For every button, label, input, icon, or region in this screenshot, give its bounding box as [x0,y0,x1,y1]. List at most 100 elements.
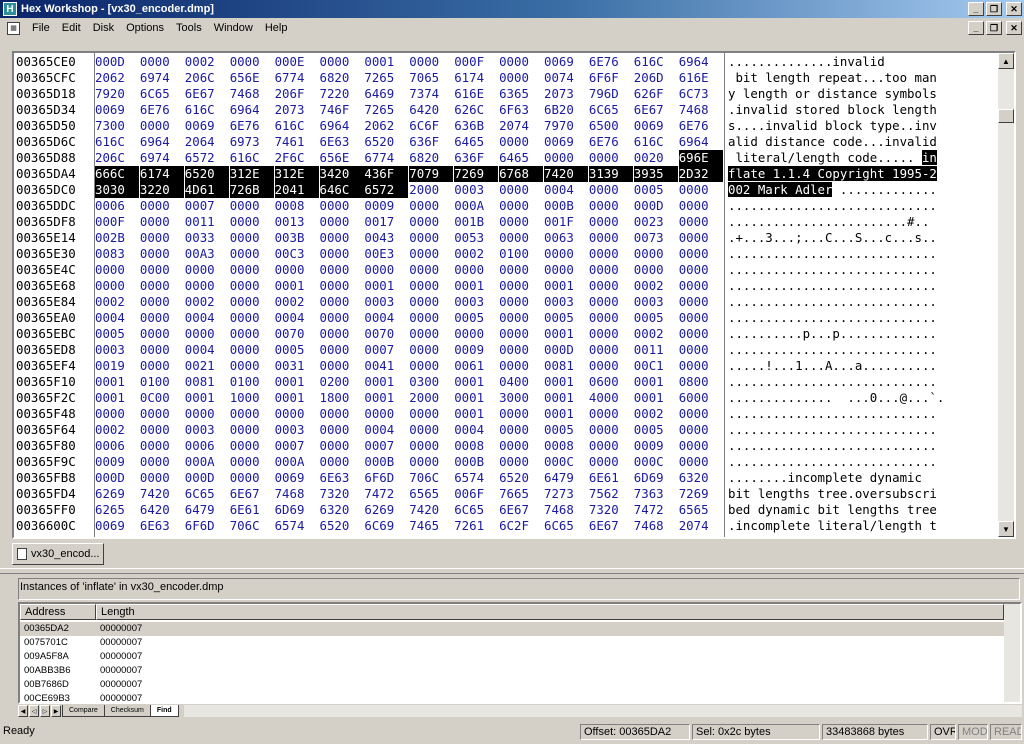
column-length[interactable]: Length [96,604,1004,620]
hex-word[interactable]: 6520 [499,470,541,486]
hex-word[interactable]: 0000 [320,326,362,342]
hex-word[interactable]: 0001 [544,374,586,390]
hex-word[interactable]: 0000 [499,438,541,454]
tabs-scrollbar[interactable] [183,705,1022,717]
hex-word[interactable]: 000D [95,470,137,486]
hex-word[interactable]: 0000 [140,198,182,214]
hex-word[interactable]: 2074 [679,518,721,534]
menu-options[interactable]: Options [120,22,170,34]
hex-word[interactable]: 0000 [409,358,451,374]
hex-word[interactable]: 0000 [140,326,182,342]
hex-word[interactable]: 00C1 [634,358,676,374]
hex-word[interactable]: 0000 [634,246,676,262]
hex-word[interactable]: 0000 [499,70,541,86]
hex-word[interactable]: 0003 [454,294,496,310]
hex-word[interactable]: 0021 [185,358,227,374]
hex-word[interactable]: 0000 [454,326,496,342]
hex-word[interactable]: 0000 [320,454,362,470]
hex-word[interactable]: 003B [275,230,317,246]
hex-word[interactable]: 6D69 [634,470,676,486]
hex-word[interactable]: 626C [454,102,496,118]
hex-word[interactable]: 0001 [454,278,496,294]
hex-word[interactable]: 0400 [499,374,541,390]
hex-grid[interactable]: 00365CE0 000D 0000 0002 0000 000E 0000 0001 0000… [14,53,998,537]
hex-word[interactable]: 0000 [140,406,182,422]
hex-row[interactable]: 00365DF8 000F 0000 0011 0000 0013 0000 0017 0000… [14,214,998,230]
hex-word[interactable]: 0009 [634,438,676,454]
hex-word[interactable]: 0043 [364,230,406,246]
hex-word[interactable]: 0069 [95,518,137,534]
ascii-text[interactable]: ............................ [728,406,998,422]
hex-word[interactable]: 6420 [409,102,451,118]
hex-word[interactable]: 6E76 [140,102,182,118]
hex-word[interactable]: 6000 [679,390,721,406]
hex-word[interactable]: 00C3 [275,246,317,262]
hex-word[interactable]: 2041 [274,182,319,198]
hex-word[interactable]: 0000 [230,246,272,262]
hex-word[interactable]: 7269 [679,486,721,502]
hex-word[interactable]: 000B [454,454,496,470]
hex-word[interactable]: 6269 [95,486,137,502]
hex-word[interactable]: 0000 [679,358,721,374]
hex-word[interactable]: 0000 [499,54,541,70]
hex-word[interactable]: 7265 [364,102,406,118]
hex-word[interactable]: 206F [275,86,317,102]
hex-word[interactable]: 706C [409,470,451,486]
minimize-button[interactable]: _ [968,2,984,16]
hex-word[interactable]: 7468 [230,86,272,102]
hex-word[interactable]: 00E3 [364,246,406,262]
hex-word[interactable]: 0003 [95,342,137,358]
hex-word[interactable]: 7472 [364,486,406,502]
hex-word[interactable]: 7265 [364,70,406,86]
hex-row[interactable]: 00365D18 7920 6C65 6E67 7468 206F 7220 6469 7374… [14,86,998,102]
hex-word[interactable]: 0000 [499,182,541,198]
ascii-text[interactable]: ............................ [728,262,998,278]
hex-word[interactable]: 6520 [320,518,362,534]
hex-word[interactable]: 6B20 [544,102,586,118]
hex-word[interactable]: 0000 [499,422,541,438]
hex-word[interactable]: 0000 [409,198,451,214]
hex-word[interactable]: 0000 [275,262,317,278]
hex-word[interactable]: 616C [185,102,227,118]
hex-word[interactable]: 0000 [140,310,182,326]
scroll-up-icon[interactable]: ▲ [998,53,1014,69]
ascii-text[interactable]: ............................ [728,294,998,310]
hex-word[interactable]: 6774 [364,150,406,166]
hex-word[interactable]: 6973 [230,134,272,150]
hex-word[interactable]: 0000 [499,230,541,246]
hex-word[interactable]: 006F [454,486,496,502]
hex-word[interactable]: 616C [634,134,676,150]
hex-word[interactable]: 0019 [95,358,137,374]
hex-word[interactable]: 0001 [544,390,586,406]
hex-row[interactable]: 00365FF0 6265 6420 6479 6E61 6D69 6320 6269 7420… [14,502,998,518]
hex-word[interactable]: 0000 [320,294,362,310]
hex-word[interactable]: 0000 [230,262,272,278]
hex-word[interactable]: 7420 [409,502,451,518]
restore-button[interactable]: ❐ [986,2,1002,16]
hex-word[interactable]: 656E [230,70,272,86]
hex-word[interactable]: 0000 [499,262,541,278]
hex-word[interactable]: 6C65 [589,102,631,118]
ascii-text[interactable]: alid distance code...invalid [728,134,998,150]
result-row[interactable]: 0075701C 00000007 [20,636,1004,650]
ascii-text[interactable]: ............................ [728,198,998,214]
hex-word[interactable]: 6E67 [185,86,227,102]
hex-word[interactable]: 0600 [589,374,631,390]
hex-word[interactable]: 6174 [139,166,184,182]
hex-word[interactable]: 0007 [364,438,406,454]
hex-word[interactable]: 4D61 [184,182,229,198]
hex-word[interactable]: 00A3 [185,246,227,262]
hex-word[interactable]: 7079 [409,166,454,182]
result-row[interactable]: 009A5F8A 00000007 [20,650,1004,664]
hex-word[interactable]: 0073 [634,230,676,246]
hex-word[interactable]: 2000 [409,182,451,198]
hex-word[interactable]: 6C65 [140,86,182,102]
hex-word[interactable]: 000F [454,54,496,70]
hex-word[interactable]: 0000 [140,54,182,70]
hex-word[interactable]: 6E61 [230,502,272,518]
menu-window[interactable]: Window [208,22,259,34]
hex-row[interactable]: 00365CE0 000D 0000 0002 0000 000E 0000 0001 0000… [14,54,998,70]
hex-word[interactable]: 0004 [275,310,317,326]
hex-word[interactable]: 7220 [320,86,362,102]
hex-word[interactable]: 636F [454,150,496,166]
